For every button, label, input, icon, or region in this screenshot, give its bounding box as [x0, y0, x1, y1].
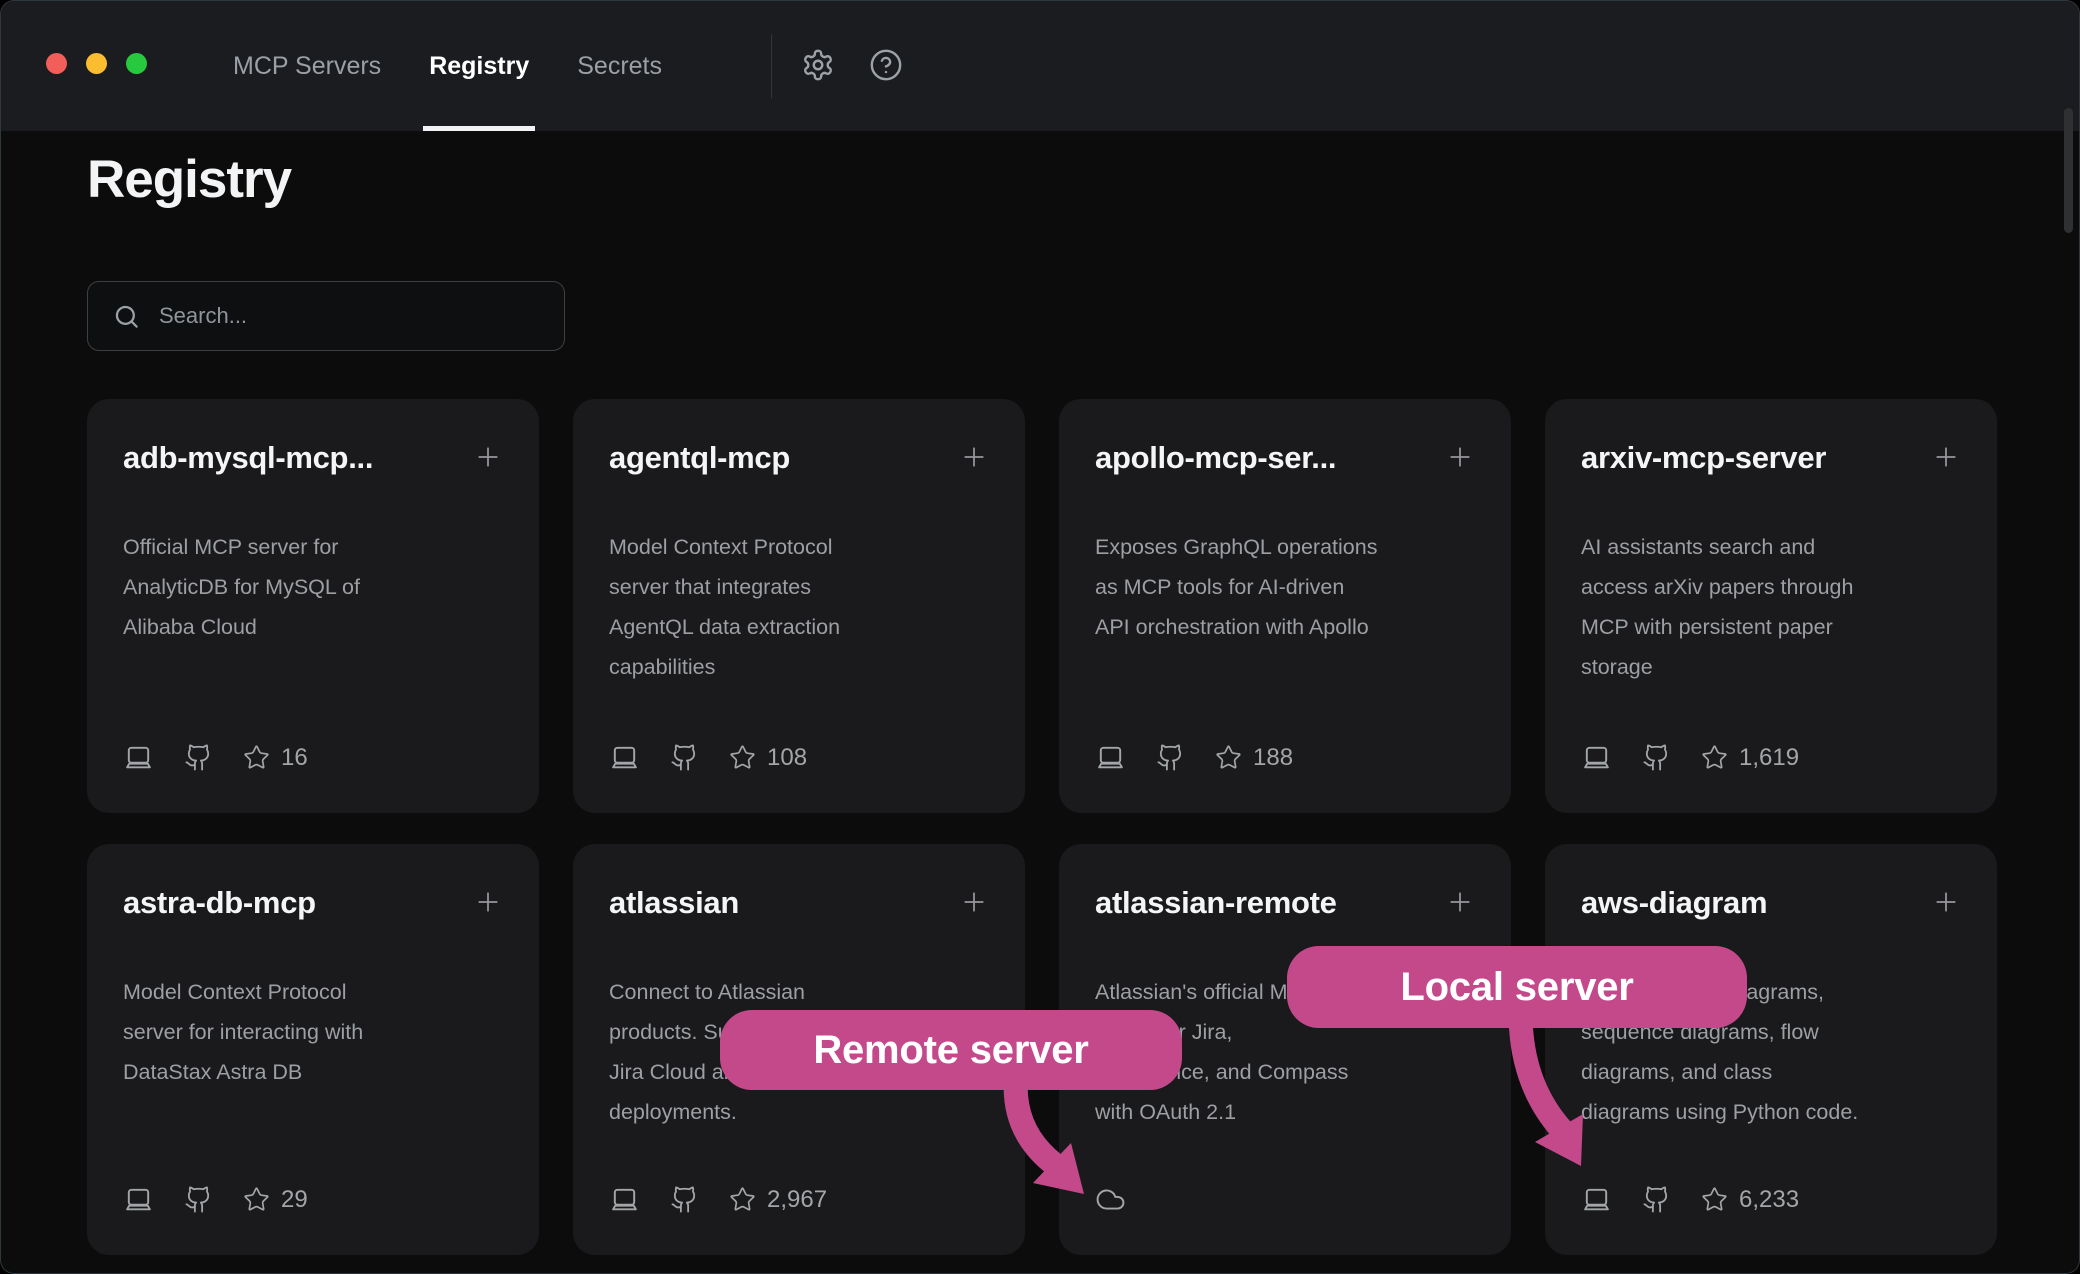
- add-server-icon[interactable]: [473, 442, 503, 472]
- star-icon: [1701, 1186, 1728, 1213]
- github-icon[interactable]: [184, 743, 213, 772]
- local-server-arrow: [1481, 1026, 1621, 1176]
- star-count: 29: [281, 1186, 308, 1214]
- github-icon[interactable]: [1642, 1185, 1671, 1214]
- github-stars: 188: [1215, 744, 1293, 772]
- remote-server-arrow: [986, 1076, 1116, 1201]
- search-icon: [113, 303, 140, 330]
- star-icon: [1215, 744, 1242, 771]
- search-input[interactable]: [157, 302, 564, 330]
- github-icon[interactable]: [670, 1185, 699, 1214]
- star-count: 16: [281, 744, 308, 772]
- star-count: 2,967: [767, 1186, 827, 1214]
- star-icon: [729, 744, 756, 771]
- laptop-icon: [609, 1184, 640, 1215]
- github-stars: 6,233: [1701, 1186, 1799, 1214]
- minimize-window-button[interactable]: [86, 53, 107, 74]
- add-server-icon[interactable]: [1931, 442, 1961, 472]
- star-icon: [243, 744, 270, 771]
- star-icon: [1701, 744, 1728, 771]
- server-name: atlassian: [609, 884, 739, 922]
- laptop-icon: [1581, 1184, 1612, 1215]
- traffic-lights: [46, 53, 147, 74]
- github-icon[interactable]: [184, 1185, 213, 1214]
- star-icon: [243, 1186, 270, 1213]
- settings-gear-icon[interactable]: [801, 48, 835, 82]
- add-server-icon[interactable]: [1445, 887, 1475, 917]
- star-count: 108: [767, 744, 807, 772]
- add-server-icon[interactable]: [959, 887, 989, 917]
- app-window: MCP Servers Registry Secrets Registry: [0, 0, 2080, 1274]
- github-stars: 2,967: [729, 1186, 827, 1214]
- tab-registry[interactable]: Registry: [429, 1, 529, 131]
- laptop-icon: [123, 742, 154, 773]
- laptop-icon: [123, 1184, 154, 1215]
- github-stars: 1,619: [1701, 744, 1799, 772]
- star-icon: [729, 1186, 756, 1213]
- server-name: arxiv-mcp-server: [1581, 439, 1826, 477]
- star-count: 1,619: [1739, 744, 1799, 772]
- remote-server-label: Remote server: [813, 1028, 1088, 1073]
- local-server-callout: Local server: [1287, 946, 1747, 1028]
- star-count: 188: [1253, 744, 1293, 772]
- add-server-icon[interactable]: [959, 442, 989, 472]
- server-description: AI assistants search and access arXiv pa…: [1581, 527, 1961, 687]
- server-name: aws-diagram: [1581, 884, 1767, 922]
- server-card-arxiv-mcp-server[interactable]: arxiv-mcp-server AI assistants search an…: [1545, 399, 1997, 813]
- github-stars: 29: [243, 1186, 308, 1214]
- star-count: 6,233: [1739, 1186, 1799, 1214]
- remote-server-callout: Remote server: [720, 1010, 1182, 1090]
- server-card-agentql-mcp[interactable]: agentql-mcp Model Context Protocol serve…: [573, 399, 1025, 813]
- server-description: Model Context Protocol server for intera…: [123, 972, 503, 1092]
- server-card-apollo-mcp-server[interactable]: apollo-mcp-ser... Exposes GraphQL operat…: [1059, 399, 1511, 813]
- laptop-icon: [1581, 742, 1612, 773]
- server-name: astra-db-mcp: [123, 884, 316, 922]
- add-server-icon[interactable]: [473, 887, 503, 917]
- tab-secrets[interactable]: Secrets: [577, 1, 662, 131]
- laptop-icon: [609, 742, 640, 773]
- server-name: apollo-mcp-ser...: [1095, 439, 1336, 477]
- search-box: [87, 281, 565, 351]
- server-description: Official MCP server for AnalyticDB for M…: [123, 527, 503, 647]
- title-bar: MCP Servers Registry Secrets: [1, 1, 2079, 131]
- server-description: Exposes GraphQL operations as MCP tools …: [1095, 527, 1475, 647]
- laptop-icon: [1095, 742, 1126, 773]
- local-server-label: Local server: [1400, 965, 1633, 1010]
- main-nav: MCP Servers Registry Secrets: [233, 1, 662, 131]
- tab-mcp-servers[interactable]: MCP Servers: [233, 1, 381, 131]
- server-description: Model Context Protocol server that integ…: [609, 527, 989, 687]
- server-name: adb-mysql-mcp...: [123, 439, 373, 477]
- help-icon[interactable]: [869, 48, 903, 82]
- github-stars: 108: [729, 744, 807, 772]
- server-name: atlassian-remote: [1095, 884, 1337, 922]
- github-icon[interactable]: [670, 743, 699, 772]
- zoom-window-button[interactable]: [126, 53, 147, 74]
- github-icon[interactable]: [1642, 743, 1671, 772]
- github-icon[interactable]: [1156, 743, 1185, 772]
- server-name: agentql-mcp: [609, 439, 790, 477]
- add-server-icon[interactable]: [1445, 442, 1475, 472]
- nav-divider: [771, 34, 772, 98]
- close-window-button[interactable]: [46, 53, 67, 74]
- vertical-scrollbar[interactable]: [2064, 108, 2073, 233]
- add-server-icon[interactable]: [1931, 887, 1961, 917]
- server-card-astra-db-mcp[interactable]: astra-db-mcp Model Context Protocol serv…: [87, 844, 539, 1255]
- server-card-adb-mysql-mcp[interactable]: adb-mysql-mcp... Official MCP server for…: [87, 399, 539, 813]
- github-stars: 16: [243, 744, 308, 772]
- page-title: Registry: [87, 149, 291, 210]
